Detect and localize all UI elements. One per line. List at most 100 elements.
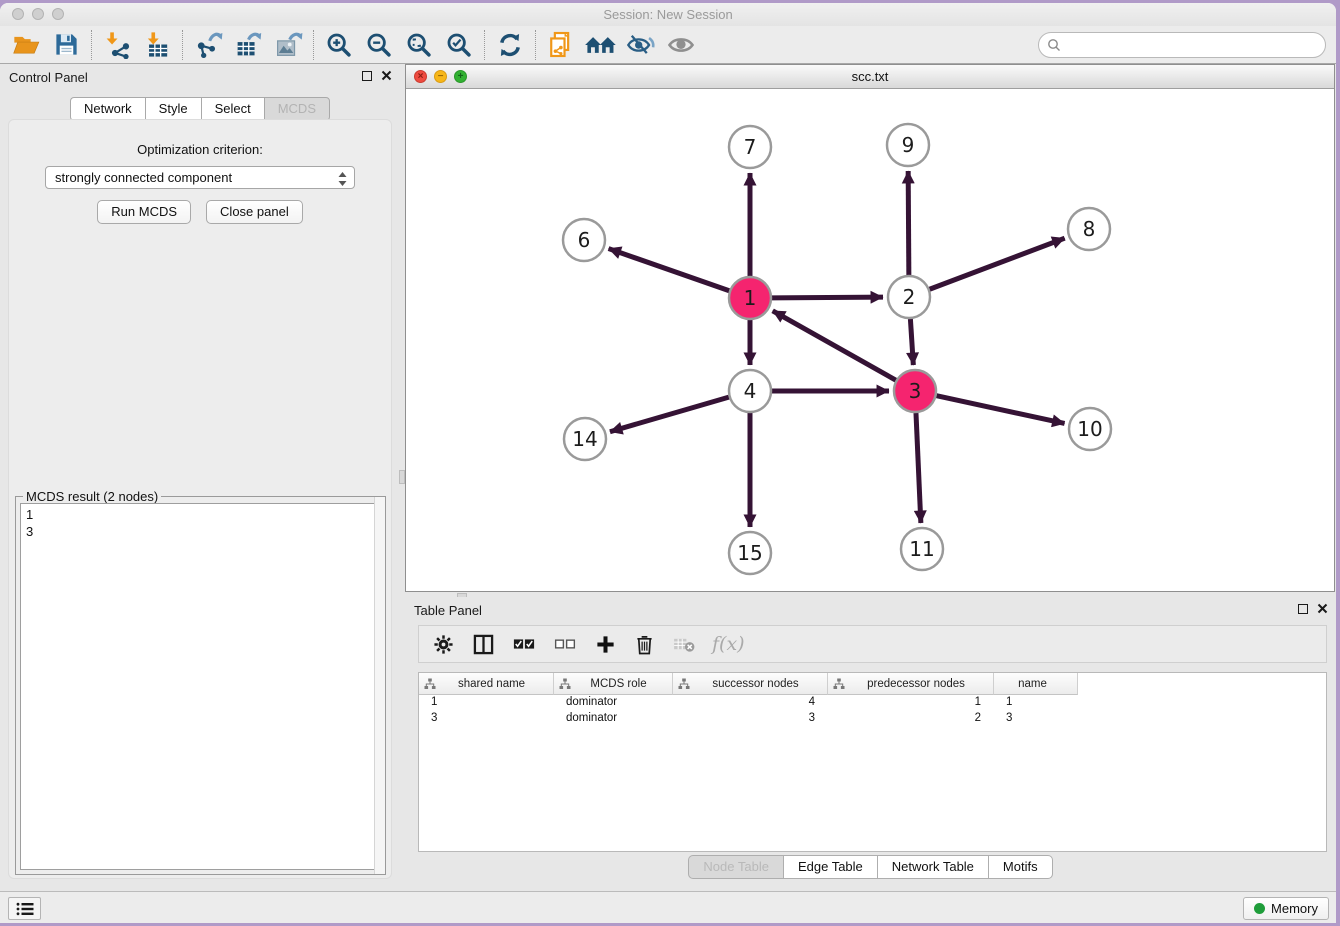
add-column-button[interactable] [595, 634, 616, 655]
memory-label: Memory [1271, 901, 1318, 916]
column-header-label: successor nodes [690, 678, 827, 690]
result-scrollbar[interactable] [374, 497, 385, 874]
graph-node-1[interactable]: 1 [729, 277, 771, 319]
table-cell[interactable]: 3 [994, 711, 1078, 727]
graph-edge-1-2[interactable] [772, 297, 883, 298]
column-header-MCDS-role[interactable]: MCDS role [554, 673, 673, 695]
delete-table-button[interactable] [673, 636, 696, 653]
graph-edge-2-3[interactable] [910, 319, 913, 365]
graph-edge-1-6[interactable] [609, 249, 730, 291]
import-table-button[interactable] [137, 28, 177, 62]
column-header-shared-name[interactable]: shared name [419, 673, 554, 695]
select-all-columns-button[interactable] [513, 636, 535, 652]
deselect-all-columns-button[interactable] [554, 636, 576, 652]
graph-edge-3-11[interactable] [916, 413, 921, 523]
create-network-view-button[interactable] [541, 28, 581, 62]
tab-network-table[interactable]: Network Table [877, 855, 988, 879]
table-cell[interactable]: 1 [994, 695, 1078, 711]
graph-node-7[interactable]: 7 [729, 126, 771, 168]
graph-edge-3-1[interactable] [773, 311, 896, 380]
table-cell[interactable]: 3 [419, 711, 554, 727]
graph-edge-2-8[interactable] [930, 238, 1065, 289]
graph-node-3[interactable]: 3 [894, 370, 936, 412]
table-cell[interactable]: 2 [828, 711, 994, 727]
tab-network[interactable]: Network [70, 97, 145, 121]
graph-node-14[interactable]: 14 [564, 418, 606, 460]
close-table-panel-icon[interactable] [1317, 603, 1328, 614]
split-panel-button[interactable] [473, 634, 494, 655]
tab-style[interactable]: Style [145, 97, 201, 121]
table-cell[interactable]: dominator [554, 711, 673, 727]
table-settings-button[interactable] [433, 634, 454, 655]
open-folder-icon [12, 31, 40, 59]
memory-button[interactable]: Memory [1243, 897, 1329, 920]
control-panel-title: Control Panel [9, 70, 88, 85]
float-panel-icon[interactable] [362, 71, 372, 81]
close-panel-button[interactable]: Close panel [206, 200, 303, 224]
zoom-out-icon [365, 31, 393, 59]
zoom-in-button[interactable] [319, 28, 359, 62]
graph-node-2[interactable]: 2 [888, 276, 930, 318]
graph-edge-3-10[interactable] [936, 396, 1064, 424]
graph-node-label: 4 [744, 379, 757, 403]
table-cell[interactable]: 3 [673, 711, 828, 727]
zoom-fit-button[interactable] [399, 28, 439, 62]
zoom-selected-button[interactable] [439, 28, 479, 62]
table-row[interactable]: 1dominator411 [419, 695, 1326, 711]
hide-panels-button[interactable] [621, 28, 661, 62]
graph-node-15[interactable]: 15 [729, 532, 771, 574]
graph-node-8[interactable]: 8 [1068, 208, 1110, 250]
tab-mcds[interactable]: MCDS [264, 97, 330, 121]
open-file-button[interactable] [6, 28, 46, 62]
table-panel: Table Panel [405, 597, 1336, 888]
table-cell[interactable]: 1 [419, 695, 554, 711]
eye-icon [666, 31, 696, 59]
export-table-button[interactable] [228, 28, 268, 62]
export-image-button[interactable] [268, 28, 308, 62]
table-cell[interactable]: 1 [828, 695, 994, 711]
graph-node-label: 11 [909, 537, 934, 561]
vertical-splitter-handle[interactable] [399, 470, 405, 484]
graph-node-label: 8 [1083, 217, 1096, 241]
delete-columns-button[interactable] [635, 634, 654, 655]
mcds-result-group: MCDS result (2 nodes) 1 3 [15, 496, 386, 875]
column-header-predecessor-nodes[interactable]: predecessor nodes [828, 673, 994, 695]
table-cell[interactable]: dominator [554, 695, 673, 711]
home-layout-button[interactable] [581, 28, 621, 62]
tab-select[interactable]: Select [201, 97, 264, 121]
function-builder-button[interactable]: f(x) [712, 633, 745, 655]
mcds-result-text[interactable]: 1 3 [20, 503, 381, 870]
column-header-name[interactable]: name [994, 673, 1078, 695]
table-cell[interactable]: 4 [673, 695, 828, 711]
tab-node-table[interactable]: Node Table [688, 855, 783, 879]
graph-node-11[interactable]: 11 [901, 528, 943, 570]
column-header-successor-nodes[interactable]: successor nodes [673, 673, 828, 695]
graph-node-label: 15 [737, 541, 762, 565]
graph-node-10[interactable]: 10 [1069, 408, 1111, 450]
zoom-out-button[interactable] [359, 28, 399, 62]
float-table-panel-icon[interactable] [1298, 604, 1308, 614]
tab-motifs[interactable]: Motifs [988, 855, 1053, 879]
graph-node-label: 1 [744, 286, 757, 310]
control-panel-header: Control Panel [0, 64, 400, 90]
optimization-criterion-select[interactable]: strongly connected component [45, 166, 355, 189]
tab-edge-table[interactable]: Edge Table [783, 855, 877, 879]
run-mcds-button[interactable]: Run MCDS [97, 200, 191, 224]
gear-icon [433, 634, 454, 655]
graph-edge-4-14[interactable] [610, 397, 729, 432]
table-row[interactable]: 3dominator323 [419, 711, 1326, 727]
apply-layout-button[interactable] [490, 28, 530, 62]
graph-edge-2-9[interactable] [908, 171, 909, 275]
graph-node-9[interactable]: 9 [887, 124, 929, 166]
close-panel-icon[interactable] [381, 70, 392, 81]
graph-node-6[interactable]: 6 [563, 219, 605, 261]
import-network-button[interactable] [97, 28, 137, 62]
task-history-button[interactable] [8, 897, 41, 920]
network-canvas[interactable]: 7 9 6 8 1 2 4 3 14 10 15 11 [406, 89, 1334, 591]
export-network-button[interactable] [188, 28, 228, 62]
search-input[interactable] [1038, 32, 1326, 58]
save-session-button[interactable] [46, 28, 86, 62]
graph-node-4[interactable]: 4 [729, 370, 771, 412]
graph-node-label: 7 [744, 135, 757, 159]
show-panels-button[interactable] [661, 28, 701, 62]
